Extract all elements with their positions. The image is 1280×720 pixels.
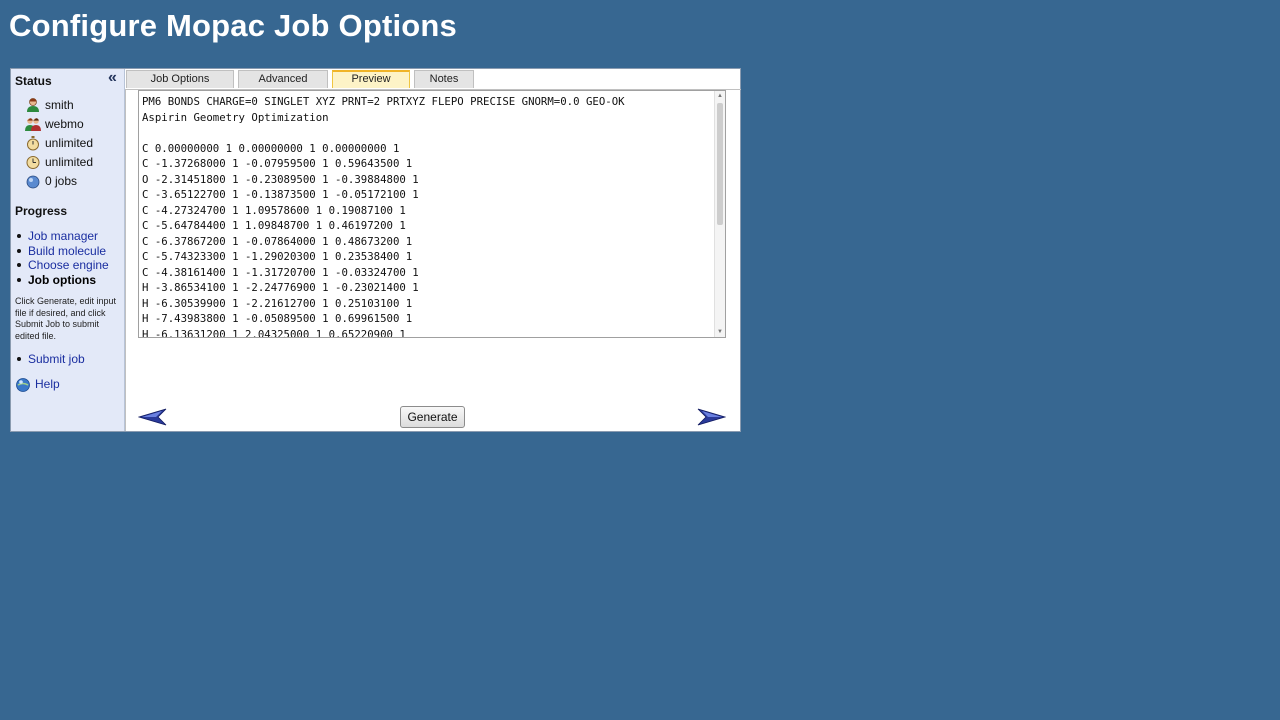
page-title: Configure Mopac Job Options bbox=[9, 8, 457, 43]
submit-job-link[interactable]: Submit job bbox=[28, 352, 85, 366]
status-jobs: 0 jobs bbox=[25, 172, 77, 190]
collapse-sidebar-icon[interactable]: « bbox=[108, 69, 117, 87]
job-options-current: Job options bbox=[28, 272, 96, 287]
scroll-up-icon[interactable]: ▲ bbox=[716, 92, 724, 100]
tab-advanced[interactable]: Advanced bbox=[238, 70, 328, 88]
progress-list: Job manager Build molecule Choose engine… bbox=[15, 229, 109, 287]
status-cpu-limit-label: unlimited bbox=[45, 155, 94, 169]
tab-job-options[interactable]: Job Options bbox=[126, 70, 234, 88]
back-arrow-icon[interactable] bbox=[137, 408, 168, 426]
help-icon bbox=[15, 376, 31, 392]
status-time-limit: unlimited bbox=[25, 134, 93, 152]
tab-notes[interactable]: Notes bbox=[414, 70, 474, 88]
help-link[interactable]: Help bbox=[35, 377, 60, 391]
instructions-text: Click Generate, edit input file if desir… bbox=[15, 296, 117, 341]
status-jobs-label: 0 jobs bbox=[45, 174, 78, 188]
progress-item-choose-engine[interactable]: Choose engine bbox=[15, 258, 109, 273]
generate-button[interactable]: Generate bbox=[400, 406, 465, 428]
jobs-icon bbox=[25, 173, 41, 189]
progress-item-job-options: Job options bbox=[15, 273, 109, 288]
next-arrow-icon[interactable] bbox=[696, 408, 727, 426]
progress-heading: Progress bbox=[15, 204, 68, 218]
main-panel: « Status smith webmo unlimited unlimited bbox=[10, 68, 741, 432]
tab-preview[interactable]: Preview bbox=[332, 70, 410, 88]
submit-job-item[interactable]: Submit job bbox=[15, 352, 85, 366]
progress-item-job-manager[interactable]: Job manager bbox=[15, 229, 109, 244]
preview-input-textarea[interactable]: PM6 BONDS CHARGE=0 SINGLET XYZ PRNT=2 PR… bbox=[138, 90, 726, 338]
status-heading: Status bbox=[15, 74, 52, 88]
progress-item-build-molecule[interactable]: Build molecule bbox=[15, 244, 109, 259]
status-group-label: webmo bbox=[45, 117, 84, 131]
group-icon bbox=[25, 116, 41, 132]
status-user-label: smith bbox=[45, 98, 74, 112]
user-icon bbox=[25, 97, 41, 113]
status-user: smith bbox=[25, 96, 74, 114]
preview-input-text[interactable]: PM6 BONDS CHARGE=0 SINGLET XYZ PRNT=2 PR… bbox=[142, 94, 625, 337]
help-item[interactable]: Help bbox=[15, 376, 60, 392]
choose-engine-link[interactable]: Choose engine bbox=[28, 258, 109, 272]
clock-icon bbox=[25, 154, 41, 170]
scrollbar-thumb[interactable] bbox=[717, 103, 723, 225]
status-cpu-limit: unlimited bbox=[25, 153, 93, 171]
job-manager-link[interactable]: Job manager bbox=[28, 229, 98, 243]
content-area: Job Options Advanced Preview Notes PM6 B… bbox=[125, 69, 741, 431]
stopwatch-icon bbox=[25, 135, 41, 151]
status-time-limit-label: unlimited bbox=[45, 136, 94, 150]
preview-scrollbar[interactable]: ▲ ▼ bbox=[714, 91, 725, 337]
scroll-down-icon[interactable]: ▼ bbox=[716, 328, 724, 336]
sidebar: « Status smith webmo unlimited unlimited bbox=[11, 69, 125, 431]
status-group: webmo bbox=[25, 115, 84, 133]
build-molecule-link[interactable]: Build molecule bbox=[28, 244, 106, 258]
